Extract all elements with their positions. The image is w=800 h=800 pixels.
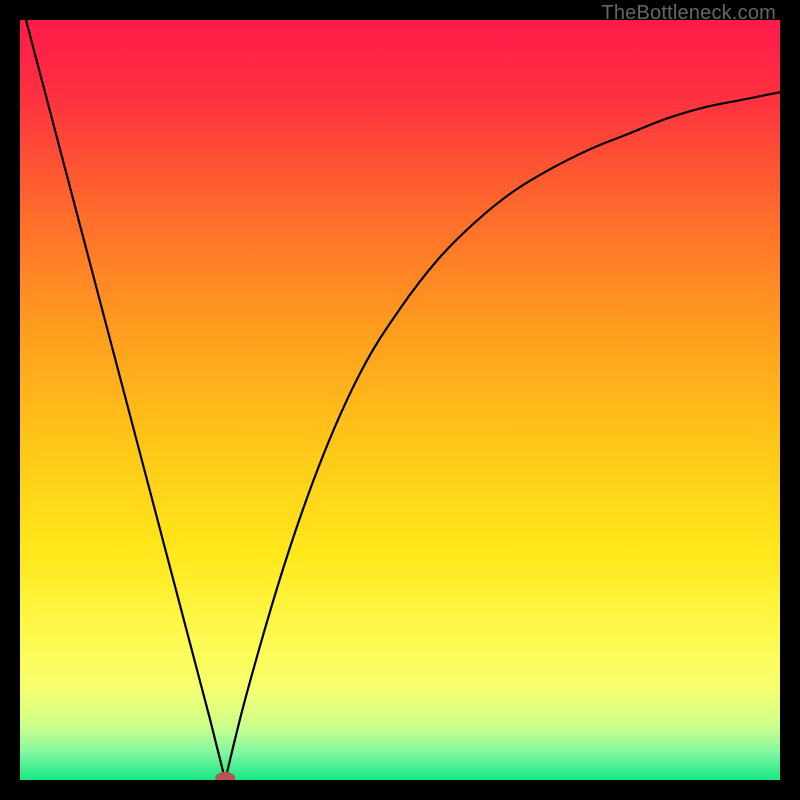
chart-background <box>20 20 780 780</box>
bottleneck-chart <box>20 20 780 780</box>
chart-frame <box>20 20 780 780</box>
